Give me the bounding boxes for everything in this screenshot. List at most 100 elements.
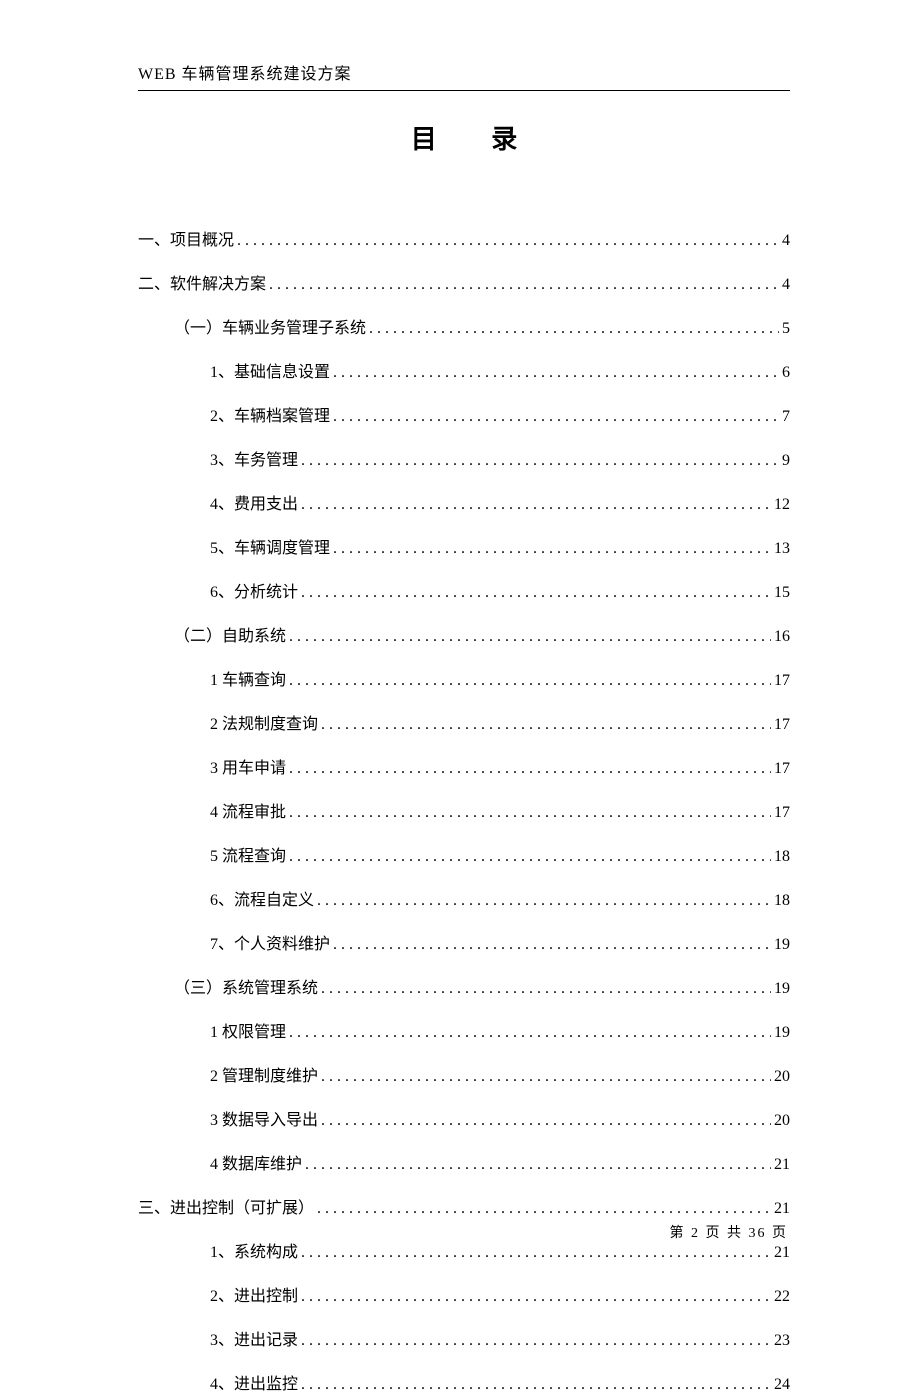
toc-entry-label: 3 数据导入导出 [210, 1106, 318, 1130]
toc-leader-dots [301, 1332, 771, 1350]
toc-leader-dots [289, 760, 771, 778]
toc-entry: 3、车务管理 9 [138, 446, 790, 470]
toc-entry: 1、基础信息设置 6 [138, 358, 790, 382]
toc-entry: 3、进出记录 23 [138, 1326, 790, 1350]
toc-entry-label: 6、流程自定义 [210, 886, 314, 910]
toc-entry-page: 19 [774, 1024, 790, 1042]
toc-entry-label: 三、进出控制（可扩展） [138, 1194, 314, 1218]
toc-entry-page: 18 [774, 848, 790, 866]
toc-leader-dots [289, 1024, 771, 1042]
toc-leader-dots [333, 936, 771, 954]
page-title: 目 录 [138, 119, 790, 156]
toc-entry-page: 23 [774, 1332, 790, 1350]
toc-entry-label: 3、进出记录 [210, 1326, 298, 1350]
toc-entry-page: 5 [782, 320, 790, 338]
toc-entry-label: 2、进出控制 [210, 1282, 298, 1306]
toc-leader-dots [289, 848, 771, 866]
toc-leader-dots [301, 1244, 771, 1262]
toc-entry-label: 1、基础信息设置 [210, 358, 330, 382]
toc-leader-dots [321, 980, 771, 998]
toc-entry: 3 数据导入导出 20 [138, 1106, 790, 1130]
toc-entry-page: 17 [774, 672, 790, 690]
toc-entry: 一、项目概况 4 [138, 226, 790, 250]
toc-entry: 7、个人资料维护 19 [138, 930, 790, 954]
toc-entry: 4、进出监控24 [138, 1370, 790, 1394]
toc-entry-label: 4 流程审批 [210, 798, 286, 822]
toc-entry: 二、软件解决方案 4 [138, 270, 790, 294]
toc-entry-label: 2、车辆档案管理 [210, 402, 330, 426]
toc-entry-label: （三）系统管理系统 [174, 974, 318, 998]
toc-entry-page: 21 [774, 1200, 790, 1218]
toc-leader-dots [237, 232, 779, 250]
toc-entry-label: 一、项目概况 [138, 226, 234, 250]
toc-entry-label: 4 数据库维护 [210, 1150, 302, 1174]
toc-entry-label: 6、分析统计 [210, 578, 298, 602]
toc-entry: 三、进出控制（可扩展） 21 [138, 1194, 790, 1218]
toc-entry: 3 用车申请 17 [138, 754, 790, 778]
toc-entry-page: 4 [782, 276, 790, 294]
toc-entry-label: （二）自助系统 [174, 622, 286, 646]
toc-entry: （二）自助系统 16 [138, 622, 790, 646]
toc-entry: 4 数据库维护21 [138, 1150, 790, 1174]
toc-entry: 2 管理制度维护20 [138, 1062, 790, 1086]
toc-entry: 4、费用支出12 [138, 490, 790, 514]
toc-entry-page: 19 [774, 980, 790, 998]
toc-entry-page: 20 [774, 1068, 790, 1086]
toc-leader-dots [269, 276, 779, 294]
toc-entry: 1 车辆查询 17 [138, 666, 790, 690]
toc-leader-dots [301, 1288, 771, 1306]
toc-entry-page: 19 [774, 936, 790, 954]
running-header: WEB 车辆管理系统建设方案 [138, 60, 790, 91]
toc-entry-page: 17 [774, 804, 790, 822]
toc-leader-dots [301, 584, 771, 602]
toc-entry-label: 二、软件解决方案 [138, 270, 266, 294]
toc-entry: 2 法规制度查询 17 [138, 710, 790, 734]
toc-entry: 6、流程自定义18 [138, 886, 790, 910]
toc-entry-label: 2 法规制度查询 [210, 710, 318, 734]
toc-entry: 2、车辆档案管理7 [138, 402, 790, 426]
toc-entry-label: 7、个人资料维护 [210, 930, 330, 954]
toc-entry: 5、车辆调度管理 13 [138, 534, 790, 558]
toc-leader-dots [305, 1156, 771, 1174]
toc-leader-dots [289, 672, 771, 690]
toc-entry: 1 权限管理 19 [138, 1018, 790, 1042]
toc-entry: 6、分析统计 15 [138, 578, 790, 602]
toc-entry-page: 13 [774, 540, 790, 558]
toc-entry: 5 流程查询18 [138, 842, 790, 866]
toc-entry-page: 24 [774, 1376, 790, 1394]
toc-entry: （一）车辆业务管理子系统 5 [138, 314, 790, 338]
toc-leader-dots [333, 540, 771, 558]
toc-leader-dots [333, 408, 779, 426]
toc-entry-page: 17 [774, 716, 790, 734]
toc-entry-page: 12 [774, 496, 790, 514]
toc-leader-dots [301, 496, 771, 514]
toc-leader-dots [289, 804, 771, 822]
toc-entry-label: 1 权限管理 [210, 1018, 286, 1042]
toc-entry-page: 17 [774, 760, 790, 778]
toc-leader-dots [317, 1200, 771, 1218]
document-page: WEB 车辆管理系统建设方案 目 录 一、项目概况 4 二、软件解决方案 4 （一）车辆… [0, 0, 920, 1302]
toc-entry-label: 5、车辆调度管理 [210, 534, 330, 558]
toc-entry-page: 6 [782, 364, 790, 382]
toc-leader-dots [301, 452, 779, 470]
toc-entry-page: 15 [774, 584, 790, 602]
toc-entry-page: 21 [774, 1244, 790, 1262]
toc-leader-dots [321, 1068, 771, 1086]
toc-entry-page: 16 [774, 628, 790, 646]
toc-leader-dots [321, 1112, 771, 1130]
toc-entry-label: 1、系统构成 [210, 1238, 298, 1262]
toc-entry-label: 1 车辆查询 [210, 666, 286, 690]
toc-entry: 2、进出控制22 [138, 1282, 790, 1306]
page-footer: 第 2 页 共 36 页 [670, 1222, 789, 1242]
toc-leader-dots [301, 1376, 771, 1394]
toc-leader-dots [333, 364, 779, 382]
toc-entry-page: 9 [782, 452, 790, 470]
toc-entry-label: （一）车辆业务管理子系统 [174, 314, 366, 338]
toc-entry-label: 3、车务管理 [210, 446, 298, 470]
toc-entry-label: 3 用车申请 [210, 754, 286, 778]
toc-entry: （三）系统管理系统 19 [138, 974, 790, 998]
table-of-contents: 一、项目概况 4 二、软件解决方案 4 （一）车辆业务管理子系统 5 1、基础信息设置 6 2、… [138, 226, 790, 1394]
toc-entry-page: 4 [782, 232, 790, 250]
toc-entry-page: 20 [774, 1112, 790, 1130]
toc-entry: 4 流程审批 17 [138, 798, 790, 822]
